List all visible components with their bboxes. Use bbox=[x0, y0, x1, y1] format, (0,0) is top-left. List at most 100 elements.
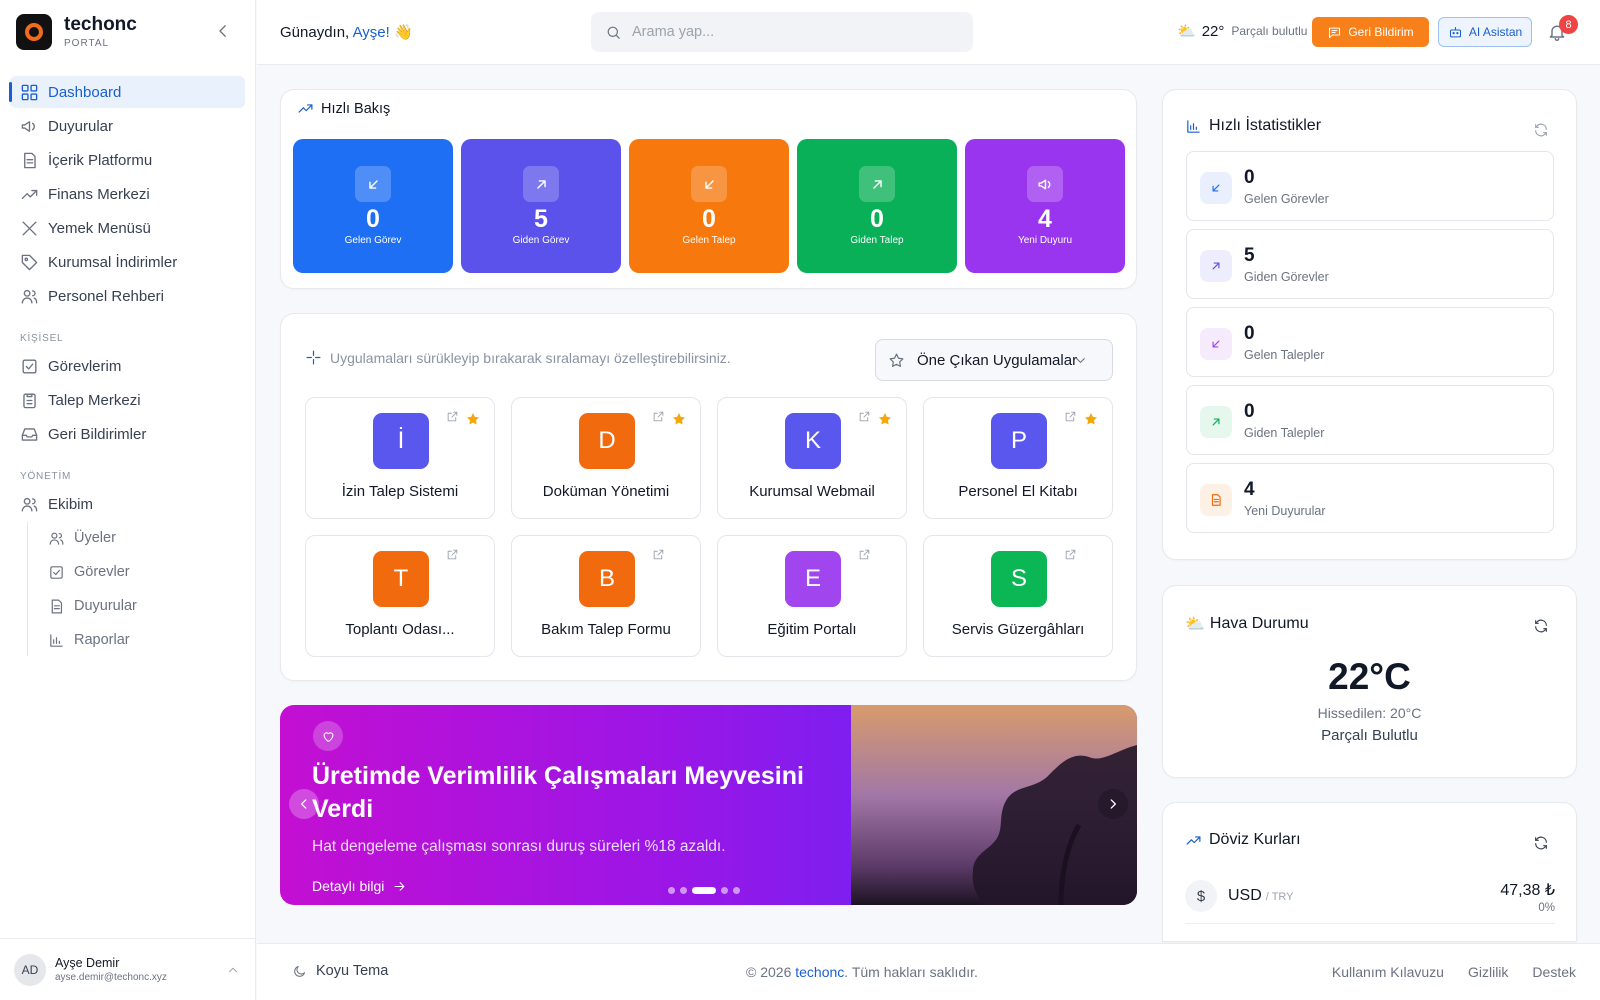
sparkle-icon bbox=[306, 350, 321, 365]
quick-tile[interactable]: 0 Gelen Görev bbox=[293, 139, 453, 273]
external-link-icon[interactable] bbox=[1064, 548, 1077, 561]
external-link-icon[interactable] bbox=[858, 410, 871, 423]
sidebar-nav: Dashboard Duyurular İçerik Platformu Fin… bbox=[9, 76, 245, 658]
carousel-next-button[interactable] bbox=[1098, 789, 1128, 819]
header-weather-desc: Parçalı bulutlu bbox=[1231, 24, 1308, 38]
sidebar-item-gorevler[interactable]: Görevler bbox=[38, 556, 245, 588]
app-card[interactable]: İ İzin Talep Sistemi bbox=[305, 397, 495, 519]
carousel-dot[interactable] bbox=[733, 887, 740, 894]
copyright-brand[interactable]: techonc bbox=[795, 964, 844, 980]
tile-value: 0 bbox=[366, 205, 380, 233]
search-input[interactable] bbox=[632, 24, 952, 40]
top-header: Günaydın, Ayşe! 👋 ⛅ 22° Parçalı bulutlu … bbox=[257, 0, 1600, 65]
fx-row[interactable]: $ USD / TRY 47,38 ₺ 0% bbox=[1185, 874, 1555, 924]
sidebar-item-gorevlerim[interactable]: Görevlerim bbox=[10, 350, 245, 382]
star-icon[interactable] bbox=[465, 411, 481, 427]
app-card[interactable]: S Servis Güzergâhları bbox=[923, 535, 1113, 657]
app-card[interactable]: T Toplantı Odası... bbox=[305, 535, 495, 657]
star-icon[interactable] bbox=[671, 411, 687, 427]
megaphone-icon bbox=[21, 120, 35, 132]
external-link-icon[interactable] bbox=[652, 410, 665, 423]
apps-hint: Uygulamaları sürükleyip bırakarak sırala… bbox=[305, 349, 731, 366]
exchange-rates-card: Döviz Kurları $ USD / TRY 47,38 ₺ 0% bbox=[1162, 802, 1577, 942]
sidebar-item-icerik-platformu[interactable]: İçerik Platformu bbox=[10, 144, 245, 176]
stat-item[interactable]: 0 Gelen Görevler bbox=[1186, 151, 1554, 221]
refresh-icon[interactable] bbox=[1533, 835, 1549, 851]
clipboard-icon bbox=[23, 392, 36, 408]
carousel-dot[interactable] bbox=[680, 887, 687, 894]
tag-icon bbox=[21, 254, 38, 270]
feedback-button-label: Geri Bildirim bbox=[1348, 25, 1414, 39]
stat-value: 4 bbox=[1244, 479, 1255, 500]
message-icon bbox=[1329, 27, 1341, 38]
search-box[interactable] bbox=[591, 12, 973, 52]
quick-tile[interactable]: 0 Gelen Talep bbox=[629, 139, 789, 273]
star-icon[interactable] bbox=[1083, 411, 1099, 427]
sidebar-item-finans-merkezi[interactable]: Finans Merkezi bbox=[10, 178, 245, 210]
external-link-icon[interactable] bbox=[446, 548, 459, 561]
brand[interactable]: techonc PORTAL bbox=[16, 14, 137, 50]
refresh-icon[interactable] bbox=[1533, 618, 1549, 634]
sidebar-item-ekibim[interactable]: Ekibim bbox=[10, 488, 245, 520]
sidebar-item-team-duyurular[interactable]: Duyurular bbox=[38, 590, 245, 622]
quick-tile[interactable]: 0 Giden Talep bbox=[797, 139, 957, 273]
app-card[interactable]: P Personel El Kitabı bbox=[923, 397, 1113, 519]
sidebar-item-duyurular[interactable]: Duyurular bbox=[10, 110, 245, 142]
app-card[interactable]: E Eğitim Portalı bbox=[717, 535, 907, 657]
feedback-button[interactable]: Geri Bildirim bbox=[1312, 17, 1429, 47]
sidebar-item-geri-bildirimler[interactable]: Geri Bildirimler bbox=[10, 418, 245, 450]
copyright-text: . Tüm hakları saklıdır. bbox=[844, 964, 978, 980]
arrow-down-left-icon bbox=[704, 179, 714, 189]
chevron-left-icon[interactable] bbox=[214, 22, 232, 40]
sidebar-item-talep-merkezi[interactable]: Talep Merkezi bbox=[10, 384, 245, 416]
app-monogram: D bbox=[579, 413, 635, 469]
moon-icon bbox=[294, 965, 306, 977]
external-link-icon[interactable] bbox=[652, 548, 665, 561]
external-link-icon[interactable] bbox=[446, 410, 459, 423]
currency-symbol: $ bbox=[1185, 880, 1217, 912]
carousel-prev-button[interactable] bbox=[289, 789, 319, 819]
ai-assistant-label: AI Asistan bbox=[1468, 25, 1523, 39]
app-monogram: T bbox=[373, 551, 429, 607]
banner-more-link[interactable]: Detaylı bilgi bbox=[312, 878, 407, 894]
stat-item[interactable]: 5 Giden Görevler bbox=[1186, 229, 1554, 299]
footer-link-guide[interactable]: Kullanım Kılavuzu bbox=[1332, 964, 1444, 980]
trend-icon bbox=[298, 104, 313, 113]
sidebar-item-kurumsal-indirimler[interactable]: Kurumsal İndirimler bbox=[10, 246, 245, 278]
dark-theme-label: Koyu Tema bbox=[316, 963, 389, 979]
favorite-button[interactable] bbox=[313, 721, 343, 751]
quick-tile[interactable]: 4 Yeni Duyuru bbox=[965, 139, 1125, 273]
carousel-dot[interactable] bbox=[668, 887, 675, 894]
chevron-up-icon[interactable] bbox=[226, 963, 240, 977]
app-monogram: B bbox=[579, 551, 635, 607]
stat-item[interactable]: 4 Yeni Duyurular bbox=[1186, 463, 1554, 533]
footer-link-support[interactable]: Destek bbox=[1532, 964, 1576, 980]
external-link-icon[interactable] bbox=[1064, 410, 1077, 423]
app-card[interactable]: B Bakım Talep Formu bbox=[511, 535, 701, 657]
apps-filter-select[interactable]: Öne Çıkan Uygulamalar bbox=[875, 339, 1113, 381]
carousel-dot[interactable] bbox=[692, 887, 716, 894]
stat-item[interactable]: 0 Gelen Talepler bbox=[1186, 307, 1554, 377]
footer-link-privacy[interactable]: Gizlilik bbox=[1468, 964, 1508, 980]
sidebar-item-dashboard[interactable]: Dashboard bbox=[9, 76, 245, 108]
stat-icon bbox=[1200, 328, 1232, 360]
stat-item[interactable]: 0 Giden Talepler bbox=[1186, 385, 1554, 455]
app-card[interactable]: K Kurumsal Webmail bbox=[717, 397, 907, 519]
ai-assistant-button[interactable]: AI Asistan bbox=[1438, 17, 1532, 47]
external-link-icon[interactable] bbox=[858, 548, 871, 561]
sidebar-item-personel-rehberi[interactable]: Personel Rehberi bbox=[10, 280, 245, 312]
app-card[interactable]: D Doküman Yönetimi bbox=[511, 397, 701, 519]
user-menu[interactable]: AD Ayşe Demir ayse.demir@techonc.xyz bbox=[0, 938, 256, 1000]
sidebar-item-label: Duyurular bbox=[48, 117, 114, 135]
carousel-dot[interactable] bbox=[721, 887, 728, 894]
quick-tile[interactable]: 5 Giden Görev bbox=[461, 139, 621, 273]
currency-code-text: USD bbox=[1228, 887, 1262, 904]
sidebar-item-yemek-menusu[interactable]: Yemek Menüsü bbox=[10, 212, 245, 244]
star-icon[interactable] bbox=[877, 411, 893, 427]
tile-label: Gelen Görev bbox=[344, 235, 402, 246]
sidebar-item-raporlar[interactable]: Raporlar bbox=[38, 624, 245, 656]
refresh-icon[interactable] bbox=[1533, 122, 1549, 138]
stat-icon bbox=[1200, 406, 1232, 438]
sidebar-item-uyeler[interactable]: Üyeler bbox=[38, 522, 245, 554]
dark-theme-toggle[interactable]: Koyu Tema bbox=[292, 963, 388, 979]
